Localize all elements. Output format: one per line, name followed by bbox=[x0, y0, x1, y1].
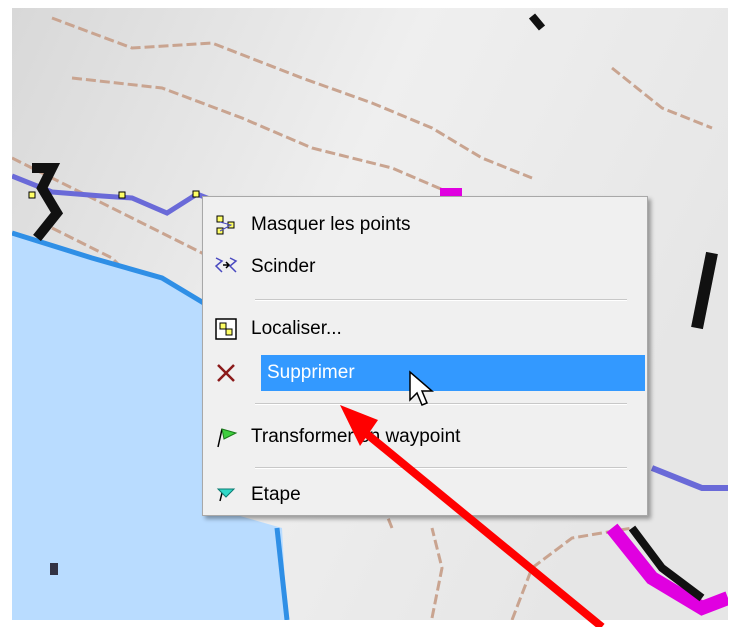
cyan-flag-icon bbox=[211, 480, 241, 510]
menu-item-label: Supprimer bbox=[267, 362, 355, 383]
green-flag-icon bbox=[211, 422, 241, 452]
menu-item-scinder[interactable]: Scinder bbox=[205, 249, 645, 285]
menu-separator bbox=[255, 467, 627, 469]
locate-icon bbox=[211, 314, 241, 344]
menu-item-label: Transformer en waypoint bbox=[251, 426, 461, 447]
show-points-icon bbox=[211, 210, 241, 240]
menu-item-etape[interactable]: Etape bbox=[205, 477, 645, 513]
menu-separator bbox=[255, 299, 627, 301]
menu-item-label: Scinder bbox=[251, 256, 316, 277]
delete-x-icon bbox=[211, 358, 241, 388]
split-icon bbox=[211, 252, 241, 282]
menu-item-masquer-les-points[interactable]: Masquer les points bbox=[205, 207, 645, 243]
menu-item-label: Masquer les points bbox=[251, 214, 411, 235]
menu-item-label: Etape bbox=[251, 484, 301, 505]
menu-item-localiser[interactable]: Localiser... bbox=[205, 311, 645, 347]
context-menu: Masquer les points Scinder Localiser... bbox=[202, 196, 648, 516]
menu-separator bbox=[255, 403, 627, 405]
menu-item-transformer-en-waypoint[interactable]: Transformer en waypoint bbox=[205, 419, 645, 455]
menu-item-label: Localiser... bbox=[251, 318, 342, 339]
menu-item-highlight: Supprimer bbox=[261, 355, 645, 391]
mouse-cursor-icon bbox=[409, 370, 435, 406]
